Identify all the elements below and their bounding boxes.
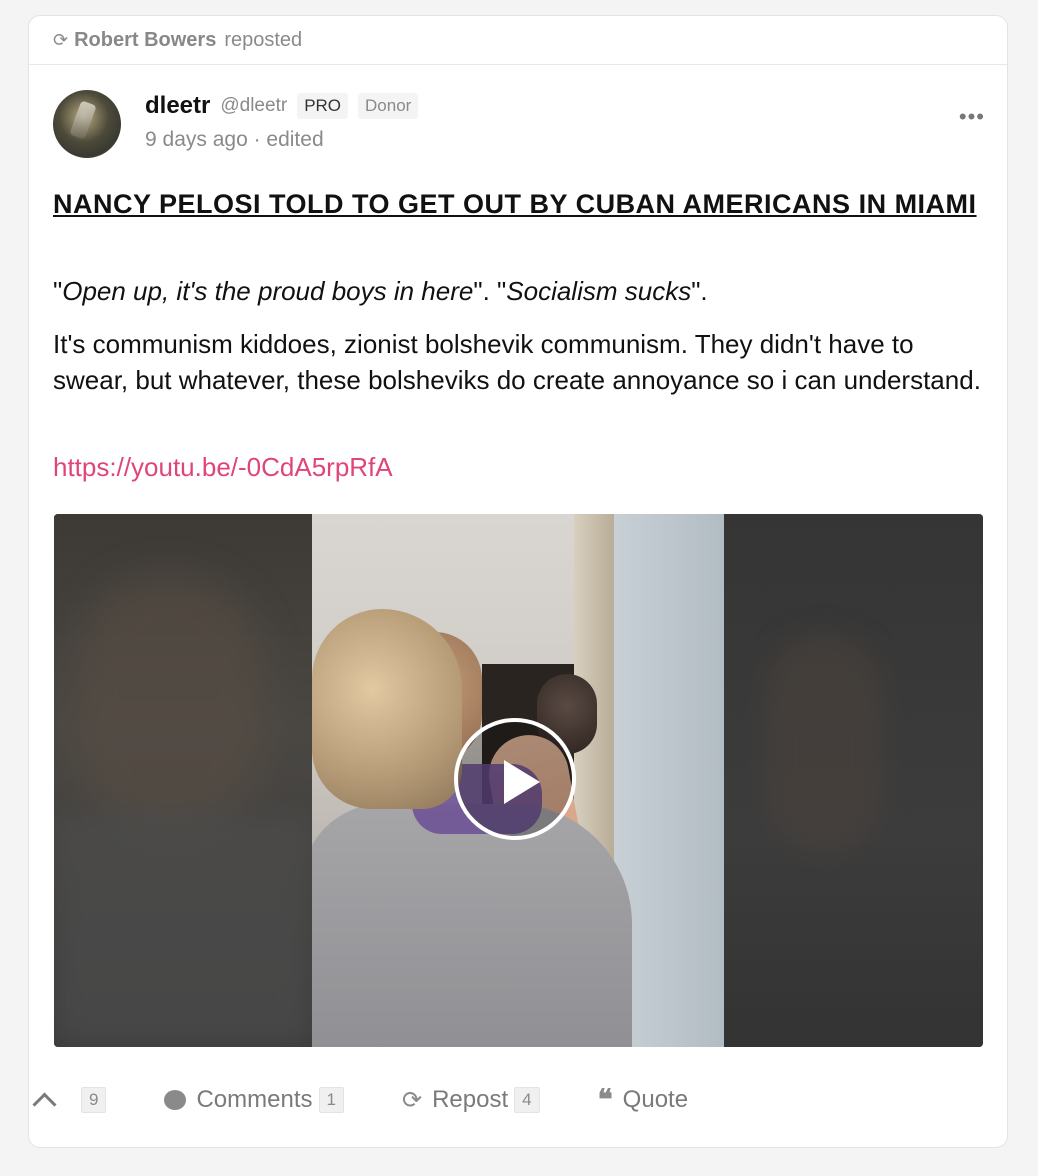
author-name[interactable]: dleetr [145, 92, 210, 120]
upvote-button[interactable]: 9 [30, 1087, 107, 1117]
repost-bar: ⟳ Robert Bowers reposted [29, 16, 1007, 65]
pro-badge: PRO [297, 93, 349, 119]
repost-icon: ⟳ [401, 1086, 423, 1114]
chevron-up-icon [32, 1091, 57, 1117]
repost-count: 4 [514, 1087, 540, 1113]
post-quote-line: "Open up, it's the proud boys in here". … [53, 276, 708, 306]
author-handle[interactable]: @dleetr [220, 95, 287, 117]
post-header: dleetr @dleetr PRO Donor 9 days ago · ed… [53, 90, 985, 162]
post-body: It's communism kiddoes, zionist bolshevi… [53, 329, 981, 395]
play-icon[interactable] [454, 718, 576, 840]
comments-button[interactable]: Comments 1 [164, 1086, 344, 1114]
quote-label: Quote [622, 1086, 689, 1113]
post-actions: 9 Comments 1 ⟳ Repost 4 ❝ Quote [30, 1082, 746, 1118]
post-title[interactable]: NANCY PELOSI TOLD TO GET OUT BY CUBAN AM… [53, 186, 983, 222]
video-link[interactable]: https://youtu.be/-0CdA5rpRfA [53, 452, 393, 483]
comments-label: Comments [196, 1086, 313, 1113]
more-options-icon[interactable]: ••• [959, 104, 985, 130]
repost-label: Repost [432, 1086, 509, 1113]
upvote-count: 9 [81, 1087, 107, 1113]
video-thumbnail[interactable] [54, 514, 983, 1047]
post-meta[interactable]: 9 days ago · edited [145, 128, 324, 152]
quote-button[interactable]: ❝ Quote [598, 1086, 688, 1114]
avatar[interactable] [53, 90, 121, 158]
quote-two: Socialism sucks [506, 276, 692, 306]
post-card: ⟳ Robert Bowers reposted dleetr @dleetr … [28, 15, 1008, 1148]
repost-action-text: reposted [224, 28, 303, 51]
comments-count: 1 [318, 1087, 344, 1113]
quote-icon: ❝ [597, 1083, 613, 1116]
donor-badge: Donor [358, 93, 419, 119]
reposter-name[interactable]: Robert Bowers [74, 29, 216, 52]
repost-button[interactable]: ⟳ Repost 4 [402, 1086, 540, 1115]
comment-icon [164, 1090, 187, 1110]
quote-one: Open up, it's the proud boys in here [62, 276, 474, 306]
repost-icon: ⟳ [53, 29, 69, 50]
